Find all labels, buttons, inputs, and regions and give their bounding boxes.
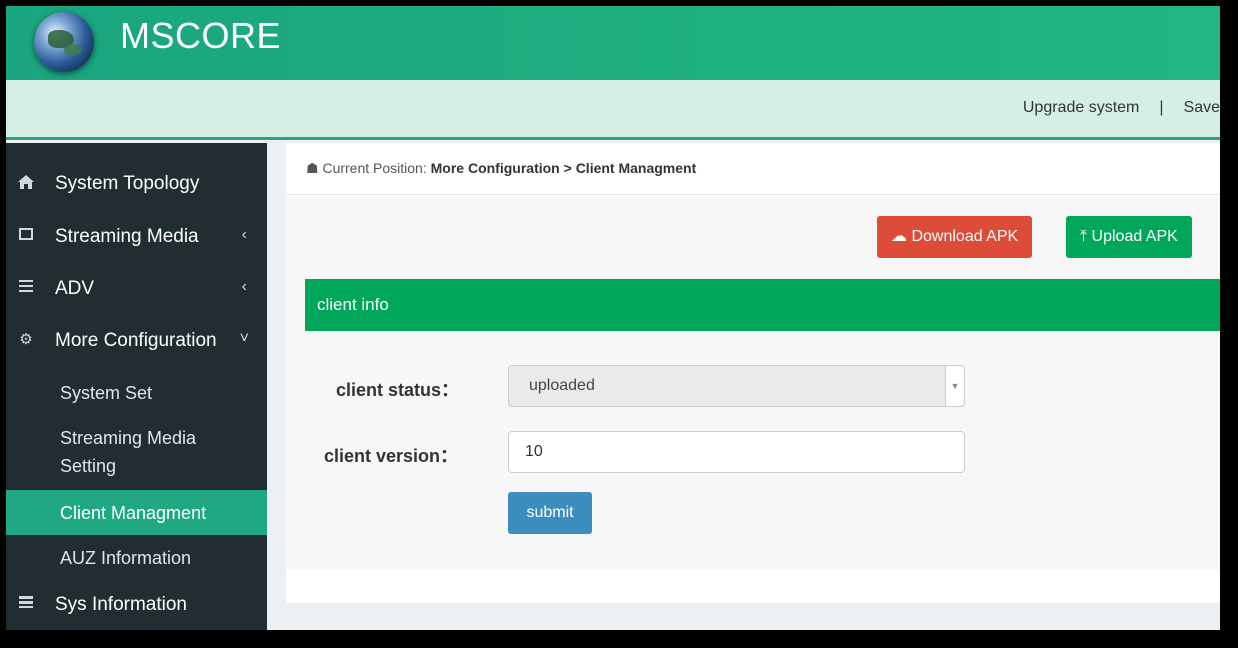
server-icon (18, 596, 34, 612)
content-body: ☁ Download APK ⤒ Upload APK client info … (286, 196, 1220, 570)
sub-header-bar: Upgrade system | Save (6, 80, 1220, 140)
client-version-input[interactable]: 10 (508, 431, 965, 473)
upload-apk-button[interactable]: ⤒ Upload APK (1066, 216, 1192, 258)
sidebar-subitem-auz-information[interactable]: AUZ Information (6, 537, 267, 579)
sidebar-subitem-client-managment[interactable]: Client Managment (6, 490, 267, 535)
upload-icon: ⤒ (1080, 228, 1088, 245)
sidebar-subitem-system-set[interactable]: System Set (6, 372, 267, 414)
sidebar-subitem-label: Streaming Media Setting (60, 428, 197, 476)
app-title: MSCORE (120, 15, 282, 56)
sidebar-item-streaming-media[interactable]: Streaming Media ‹ (6, 213, 267, 263)
caret-down-icon: ▼ (945, 366, 964, 406)
breadcrumb-prefix: Current Position: (322, 160, 427, 176)
save-link[interactable]: Save (1184, 99, 1220, 117)
sidebar-item-label: Streaming Media (55, 226, 199, 247)
home-icon: ☗ (306, 160, 319, 176)
upload-apk-label: Upload APK (1091, 228, 1178, 245)
chevron-down-icon: ˅ (239, 330, 249, 347)
client-version-label: client version： (324, 446, 459, 466)
breadcrumb-page: > Client Managment (563, 160, 697, 176)
chevron-left-icon: ‹ (241, 278, 247, 295)
sidebar-item-label: System Topology (55, 173, 200, 194)
sidebar-item-more-configuration[interactable]: ⚙ More Configuration ˅ (6, 317, 267, 367)
sidebar-item-label: Sys Information (55, 594, 187, 615)
panel-title: client info (317, 295, 389, 314)
sidebar-item-label: More Configuration (55, 330, 217, 351)
home-icon (18, 175, 34, 191)
sidebar-item-system-topology[interactable]: System Topology (6, 160, 267, 210)
client-status-select[interactable]: uploaded ▼ (508, 365, 965, 407)
sidebar-item-adv[interactable]: ADV ‹ (6, 265, 267, 315)
upgrade-system-link[interactable]: Upgrade system (1023, 99, 1140, 117)
client-status-label: client status： (336, 380, 460, 400)
breadcrumb: ☗ Current Position: More Configuration >… (286, 143, 1220, 195)
link-separator: | (1159, 99, 1164, 116)
client-version-value: 10 (525, 443, 543, 460)
download-apk-button[interactable]: ☁ Download APK (877, 216, 1033, 258)
sidebar-subitem-label: System Set (60, 383, 153, 403)
cogs-icon: ⚙ (19, 331, 33, 348)
top-header: MSCORE (6, 6, 1220, 80)
breadcrumb-section[interactable]: More Configuration (431, 160, 560, 176)
sidebar-subitem-label: AUZ Information (60, 548, 192, 568)
main-content: ☗ Current Position: More Configuration >… (286, 143, 1220, 603)
globe-logo-icon (34, 12, 94, 72)
app-window: MSCORE Upgrade system | Save System Topolo… (6, 6, 1220, 630)
header-links: Upgrade system | Save (1023, 99, 1220, 117)
sidebar-item-label: ADV (55, 278, 95, 299)
sidebar-subitem-streaming-media-setting[interactable]: Streaming Media Setting (6, 420, 267, 484)
cloud-download-icon: ☁ (891, 228, 907, 245)
film-icon (18, 228, 34, 244)
submit-button[interactable]: submit (508, 492, 592, 534)
sidebar: System Topology Streaming Media ‹ ADV ‹ … (6, 143, 267, 630)
chevron-left-icon: ‹ (241, 226, 247, 243)
sidebar-subitem-label: Client Managment (60, 503, 207, 523)
panel-header: client info (305, 279, 1220, 331)
client-status-value: uploaded (529, 377, 595, 394)
download-apk-label: Download APK (911, 228, 1019, 245)
list-icon (18, 280, 34, 296)
sidebar-item-sys-information[interactable]: Sys Information (6, 581, 267, 630)
